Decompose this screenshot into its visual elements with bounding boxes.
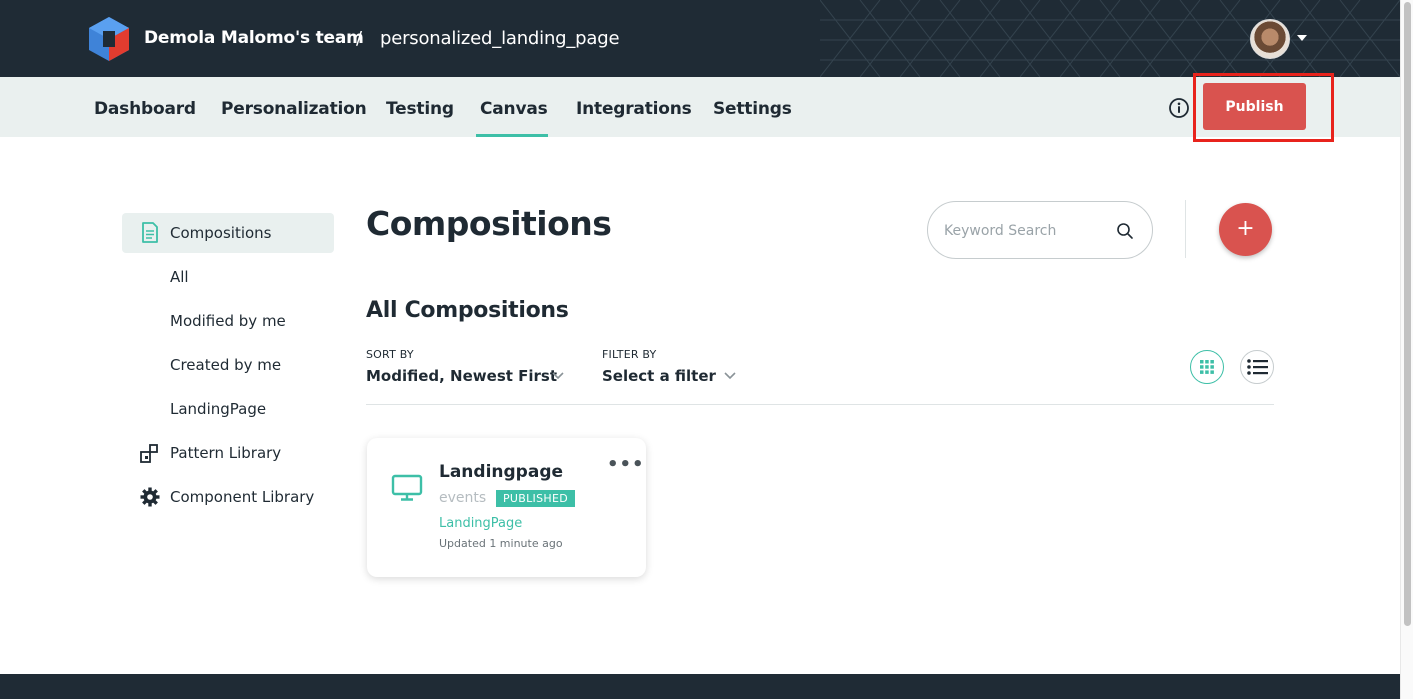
search-box[interactable] bbox=[927, 201, 1153, 259]
sort-select[interactable]: Modified, Newest First bbox=[366, 367, 557, 385]
grid-view-button[interactable] bbox=[1190, 350, 1224, 384]
search-input[interactable] bbox=[944, 220, 1104, 242]
search-icon[interactable] bbox=[1116, 222, 1134, 240]
header-divider bbox=[1185, 200, 1186, 258]
publish-button[interactable]: Publish bbox=[1203, 83, 1306, 130]
filters-divider bbox=[366, 404, 1274, 405]
pattern-library-icon bbox=[140, 444, 158, 463]
header-pattern bbox=[820, 0, 1400, 77]
user-avatar[interactable] bbox=[1250, 19, 1290, 59]
filter-chevron-down-icon[interactable] bbox=[724, 372, 736, 380]
tab-testing[interactable]: Testing bbox=[386, 99, 454, 119]
card-more-menu-icon[interactable]: ••• bbox=[607, 454, 645, 475]
card-type: events bbox=[439, 490, 487, 506]
composition-card[interactable]: Landingpage ••• events PUBLISHED Landing… bbox=[367, 438, 646, 577]
document-icon bbox=[142, 222, 158, 243]
team-name[interactable]: Demola Malomo's team bbox=[144, 28, 364, 48]
sidebar-item-compositions[interactable]: Compositions bbox=[170, 224, 272, 242]
breadcrumb-separator: / bbox=[356, 28, 363, 49]
sort-caption: SORT BY bbox=[366, 348, 414, 361]
tab-dashboard[interactable]: Dashboard bbox=[94, 99, 196, 119]
card-title[interactable]: Landingpage bbox=[439, 462, 563, 482]
active-tab-indicator bbox=[476, 134, 548, 137]
tab-personalization[interactable]: Personalization bbox=[221, 99, 367, 119]
sidebar-item-component-library[interactable]: Component Library bbox=[170, 488, 314, 506]
sidebar-item-modified-by-me[interactable]: Modified by me bbox=[170, 312, 286, 330]
grid-icon bbox=[1200, 360, 1214, 374]
main-nav bbox=[0, 77, 1400, 137]
gear-icon bbox=[140, 487, 160, 507]
card-updated-time: Updated 1 minute ago bbox=[439, 537, 563, 550]
sidebar-item-landingpage[interactable]: LandingPage bbox=[170, 400, 266, 418]
tab-canvas[interactable]: Canvas bbox=[480, 99, 548, 119]
footer bbox=[0, 674, 1400, 699]
tab-integrations[interactable]: Integrations bbox=[576, 99, 692, 119]
card-category-link[interactable]: LandingPage bbox=[439, 516, 522, 531]
add-composition-button[interactable]: + bbox=[1219, 203, 1272, 256]
uniform-logo-icon[interactable] bbox=[89, 17, 129, 61]
filter-select[interactable]: Select a filter bbox=[602, 367, 716, 385]
info-icon[interactable] bbox=[1168, 97, 1190, 119]
monitor-icon bbox=[391, 474, 423, 501]
section-title: All Compositions bbox=[366, 298, 569, 323]
sidebar-item-created-by-me[interactable]: Created by me bbox=[170, 356, 281, 374]
project-name[interactable]: personalized_landing_page bbox=[380, 28, 620, 49]
sidebar-item-pattern-library[interactable]: Pattern Library bbox=[170, 444, 281, 462]
tab-settings[interactable]: Settings bbox=[713, 99, 792, 119]
list-icon bbox=[1247, 359, 1268, 375]
page-scrollbar[interactable] bbox=[1400, 0, 1413, 699]
scrollbar-thumb[interactable] bbox=[1404, 2, 1411, 626]
sort-chevron-down-icon[interactable] bbox=[552, 372, 564, 380]
top-bar: Demola Malomo's team / personalized_land… bbox=[0, 0, 1400, 77]
page-title: Compositions bbox=[366, 204, 612, 243]
status-badge: PUBLISHED bbox=[496, 490, 575, 507]
filter-caption: FILTER BY bbox=[602, 348, 657, 361]
sidebar-item-all[interactable]: All bbox=[170, 268, 189, 286]
avatar-dropdown-caret-icon[interactable] bbox=[1297, 35, 1307, 41]
list-view-button[interactable] bbox=[1240, 350, 1274, 384]
